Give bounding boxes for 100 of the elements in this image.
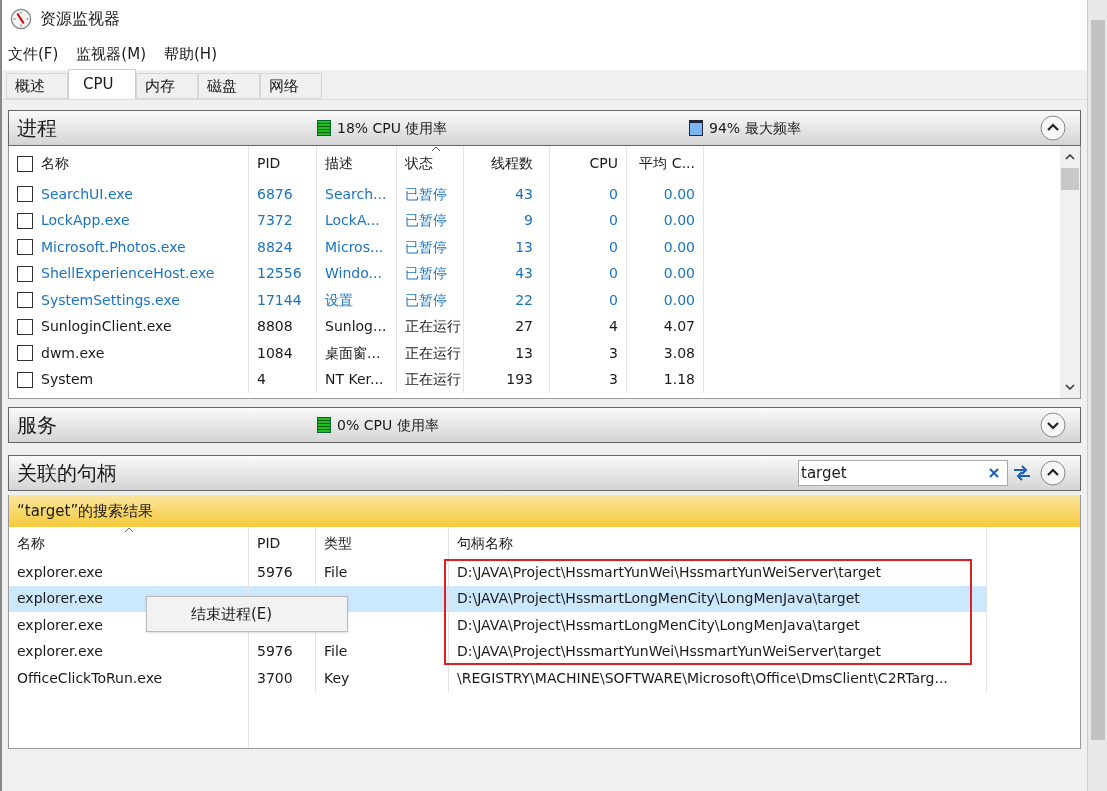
scrollbar[interactable] <box>1060 146 1080 398</box>
table-cell-text: 22 <box>515 290 533 310</box>
table-cell-text: 9 <box>524 211 533 231</box>
table-cell-text: SystemSettings.exe <box>41 290 180 310</box>
table-cell-text: 12556 <box>257 264 302 284</box>
sort-icon <box>124 527 134 533</box>
checkbox[interactable] <box>17 371 33 388</box>
table-cell-text: NT Ker... <box>325 370 384 390</box>
scroll-up-icon[interactable] <box>1065 154 1075 160</box>
column-header[interactable]: 句柄名称 <box>457 532 513 554</box>
table-cell-text: 已暂停 <box>405 211 447 231</box>
collapse-icon[interactable] <box>1040 115 1066 141</box>
column-header[interactable]: 类型 <box>324 532 352 554</box>
table-cell-text: LockApp.exe <box>41 211 130 231</box>
table-cell-text: Micros... <box>325 237 384 257</box>
table-cell-text: 5976 <box>257 562 293 582</box>
scroll-thumb[interactable] <box>1061 168 1079 190</box>
clear-icon[interactable] <box>989 468 999 478</box>
table-row[interactable]: explorer.exe 5976 File D:\JAVA\Project\HssmartYunWei\HssmartYunWeiServer\target <box>9 638 987 665</box>
tab[interactable]: 网络 <box>260 73 322 99</box>
table-cell-text: 已暂停 <box>405 184 447 204</box>
column-header[interactable]: PID <box>257 532 281 554</box>
tab[interactable]: 磁盘 <box>198 73 260 99</box>
table-cell-text: explorer.exe <box>17 615 103 635</box>
table-cell-text: dwm.exe <box>41 343 105 363</box>
panel-header[interactable]: 关联的句柄 target <box>8 455 1081 491</box>
menu-item[interactable]: 文件(F) <box>8 42 59 66</box>
table-cell-text: 27 <box>515 317 533 337</box>
panel-header[interactable]: 服务 0% CPU 使用率 <box>8 407 1081 443</box>
table-cell-text: 0.00 <box>663 290 695 310</box>
table-cell-text: 正在运行 <box>405 343 461 363</box>
table-cell-text: 0 <box>609 211 618 231</box>
tab[interactable]: 内存 <box>136 73 198 99</box>
table-cell-text: 5976 <box>257 642 293 662</box>
tab[interactable]: 概述 <box>6 73 68 99</box>
table-cell-text: 4 <box>609 317 618 337</box>
table-cell-text: 43 <box>515 264 533 284</box>
column-header[interactable]: CPU <box>589 153 618 174</box>
panel-header[interactable]: 进程 18% CPU 使用率 94% 最大频率 <box>8 110 1081 146</box>
table-cell-text: 0 <box>609 290 618 310</box>
table-cell-text: 已暂停 <box>405 290 447 310</box>
table-cell-text: 3.08 <box>663 343 695 363</box>
table-cell-text: 0.00 <box>663 211 695 231</box>
table-cell-text: 3 <box>609 343 618 363</box>
menu-item[interactable]: 监视器(M) <box>76 42 146 66</box>
table-cell-text: explorer.exe <box>17 589 103 609</box>
checkbox[interactable] <box>17 239 33 256</box>
panel-title: 进程 <box>17 115 58 142</box>
table-cell-text: 13 <box>515 237 533 257</box>
table-cell-text: 1084 <box>257 343 293 363</box>
table-cell-text: 0 <box>609 184 618 204</box>
table-cell-text: 4.07 <box>663 317 695 337</box>
collapse-icon[interactable] <box>1040 460 1066 486</box>
search-result-banner: “target”的搜索结果 <box>9 495 1080 527</box>
stat-label: 0% CPU 使用率 <box>337 415 439 435</box>
stat-label: 94% 最大频率 <box>709 118 801 138</box>
column-header[interactable]: PID <box>257 153 281 174</box>
table-cell-text: System <box>41 370 94 390</box>
table-cell-text: 桌面窗... <box>325 343 381 363</box>
table-cell-text: 0 <box>609 237 618 257</box>
column-header[interactable]: 描述 <box>325 153 353 174</box>
table-cell-text: 6876 <box>257 184 293 204</box>
expand-icon[interactable] <box>1040 412 1066 438</box>
table-row[interactable]: OfficeClickToRun.exe 3700 Key \REGISTRY\MACHINE\SOFTWARE\Microsoft\Office\DmsClient\C2RTarg... <box>9 665 987 692</box>
table-cell-text: 0 <box>609 264 618 284</box>
tab[interactable]: CPU <box>68 69 136 99</box>
refresh-icon[interactable] <box>1012 463 1032 483</box>
table-cell-text: LockA... <box>325 211 380 231</box>
table-cell-text: 17144 <box>257 290 302 310</box>
search-field[interactable]: target <box>798 460 1008 486</box>
table-cell-text: \REGISTRY\MACHINE\SOFTWARE\Microsoft\Office\DmsClient\C2RTarg... <box>457 668 948 688</box>
table-cell-text: 193 <box>506 370 533 390</box>
column-header[interactable]: 名称 <box>17 532 45 554</box>
checkbox[interactable] <box>17 265 33 282</box>
table-cell-text: SearchUI.exe <box>41 184 133 204</box>
table-cell-text: 已暂停 <box>405 237 447 257</box>
column-header[interactable]: 名称 <box>41 153 69 174</box>
column-header[interactable]: 平均 C... <box>639 153 695 174</box>
column-header[interactable]: 线程数 <box>491 153 533 174</box>
checkbox[interactable] <box>17 155 33 172</box>
checkbox[interactable] <box>17 292 33 309</box>
table-cell-text: 8824 <box>257 237 293 257</box>
scroll-down-icon[interactable] <box>1065 384 1075 390</box>
panel-title: 服务 <box>17 412 58 439</box>
table-cell-text: 设置 <box>325 290 353 310</box>
table-cell-text: D:\JAVA\Project\HssmartYunWei\HssmartYunWeiServer\target <box>457 562 881 582</box>
stat-label: 18% CPU 使用率 <box>337 118 448 138</box>
column-header[interactable]: 状态 <box>405 153 433 174</box>
table-cell-text: OfficeClickToRun.exe <box>17 668 163 688</box>
checkbox[interactable] <box>17 212 33 229</box>
table-cell-text: Microsoft.Photos.exe <box>41 237 186 257</box>
menu-item[interactable]: 帮助(H) <box>164 42 217 66</box>
checkbox[interactable] <box>17 186 33 203</box>
table-cell-text: D:\JAVA\Project\HssmartYunWei\HssmartYunWeiServer\target <box>457 642 881 662</box>
table-cell-text: 正在运行 <box>405 370 461 390</box>
table-cell-text: Key <box>324 668 350 688</box>
table-cell-text: File <box>324 562 348 582</box>
checkbox[interactable] <box>17 318 33 335</box>
checkbox[interactable] <box>17 345 33 362</box>
scrollbar[interactable] <box>1087 0 1107 791</box>
